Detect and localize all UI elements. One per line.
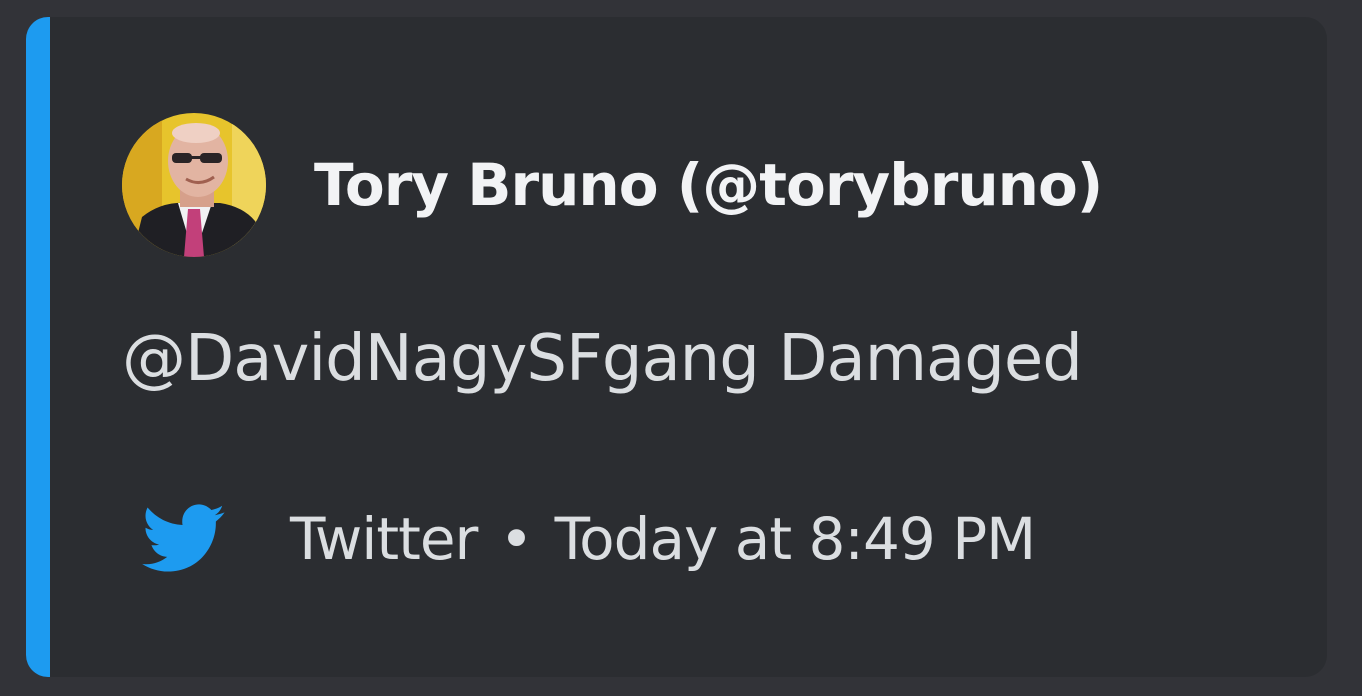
twitter-bird-icon bbox=[142, 504, 225, 572]
footer-timestamp: Today at 8:49 PM bbox=[554, 505, 1037, 573]
embed-description: @DavidNagySFgang Damaged bbox=[122, 322, 1083, 396]
footer-text: Twitter • Today at 8:49 PM bbox=[290, 505, 1037, 573]
author-name-link[interactable]: Tory Bruno (@torybruno) bbox=[314, 151, 1103, 219]
footer-source: Twitter bbox=[290, 505, 478, 573]
embed-accent-bar bbox=[26, 17, 50, 677]
avatar-photo-icon bbox=[122, 113, 266, 257]
embed-footer: Twitter • Today at 8:49 PM bbox=[142, 499, 1037, 579]
author-avatar[interactable] bbox=[122, 113, 266, 257]
embed-author[interactable]: Tory Bruno (@torybruno) bbox=[122, 113, 1103, 257]
tweet-embed: Tory Bruno (@torybruno) @DavidNagySFgang… bbox=[26, 17, 1327, 677]
footer-separator: • bbox=[499, 505, 533, 573]
